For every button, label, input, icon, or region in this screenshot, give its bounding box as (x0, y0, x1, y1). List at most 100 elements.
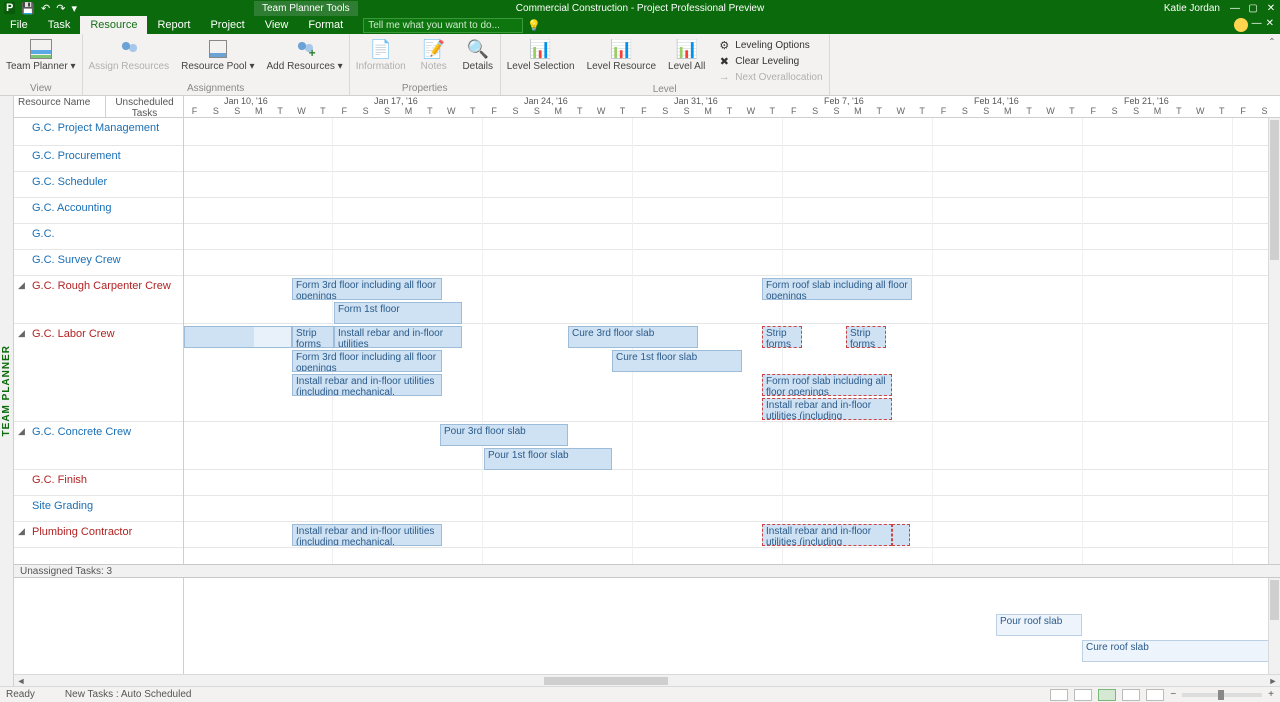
qat-more-icon[interactable]: ▾ (71, 2, 77, 15)
zoom-slider[interactable] (1182, 693, 1262, 697)
tab-project[interactable]: Project (200, 16, 254, 34)
unassigned-task-bar[interactable]: Pour roof slab (996, 614, 1082, 636)
task-bar[interactable]: Strip forms (762, 326, 802, 348)
resource-row[interactable]: G.C. Scheduler (14, 172, 183, 198)
resource-row[interactable]: G.C. Procurement (14, 146, 183, 172)
resource-row[interactable]: G.C. (14, 224, 183, 250)
scroll-right-icon[interactable]: ► (1266, 676, 1280, 686)
team-planner-side-label: TEAM PLANNER (0, 96, 14, 686)
task-bar[interactable] (892, 524, 910, 546)
resource-row[interactable]: ◢G.C. Rough Carpenter Crew (14, 276, 183, 324)
information-button[interactable]: 📄Information (356, 36, 406, 83)
vertical-scrollbar[interactable] (1268, 118, 1280, 564)
expand-icon[interactable]: ◢ (18, 328, 25, 339)
task-bar[interactable]: Install rebar and in-floor utilities (334, 326, 462, 348)
task-bar[interactable]: Install rebar and in-floor utilities (in… (762, 398, 892, 420)
maximize-icon[interactable]: ▢ (1246, 3, 1260, 14)
save-icon[interactable]: 💾 (21, 2, 35, 15)
task-bar[interactable]: Install rebar and in-floor utilities (in… (762, 524, 892, 546)
task-bar[interactable]: Install rebar and in-floor utilities (in… (292, 374, 442, 396)
assign-resources-button[interactable]: Assign Resources (89, 36, 170, 83)
task-bar[interactable]: Strip forms (846, 326, 886, 348)
task-bar[interactable]: Form roof slab including all floor openi… (762, 278, 912, 300)
view-report-button[interactable] (1146, 689, 1164, 701)
unscheduled-header[interactable]: Unscheduled Tasks (106, 96, 184, 117)
resource-row[interactable]: ◢G.C. Labor Crew (14, 324, 183, 422)
task-bar[interactable]: Cure 3rd floor slab (568, 326, 698, 348)
tab-resource[interactable]: Resource (80, 16, 147, 34)
resource-row[interactable]: ◢ Plumbing Contractor (14, 522, 183, 548)
task-bar[interactable]: Install rebar and in-floor utilities (in… (292, 524, 442, 546)
undo-icon[interactable]: ↶ (41, 2, 50, 15)
view-team-planner-button[interactable] (1098, 689, 1116, 701)
resource-row[interactable]: Site Grading (14, 496, 183, 522)
add-resources-button[interactable]: Add Resources ▾ (267, 36, 343, 83)
resource-name-header[interactable]: Resource Name (14, 96, 106, 117)
resource-row[interactable]: G.C. Accounting (14, 198, 183, 224)
clear-leveling-button[interactable]: ✖Clear Leveling (717, 54, 822, 68)
feedback-icon[interactable] (1234, 18, 1248, 32)
collapse-ribbon-icon[interactable]: ˆ (1264, 34, 1280, 52)
details-button[interactable]: 🔍Details (462, 36, 494, 83)
unassigned-chart[interactable]: Pour roof slabCure roof slab (184, 578, 1268, 674)
tab-file[interactable]: File (0, 16, 38, 34)
team-planner-button[interactable]: Team Planner ▾ (6, 36, 76, 83)
day-label: S (355, 106, 376, 116)
resource-name: Plumbing Contractor (32, 526, 132, 538)
redo-icon[interactable]: ↷ (56, 2, 65, 15)
tab-format[interactable]: Format (298, 16, 353, 34)
day-label: S (205, 106, 226, 116)
unassigned-header[interactable]: Unassigned Tasks: 3 (14, 564, 1280, 578)
ribbon-close-icon[interactable]: ✕ (1266, 18, 1274, 32)
lightbulb-icon[interactable]: 💡 (527, 19, 541, 32)
resource-pool-button[interactable]: Resource Pool ▾ (181, 36, 254, 83)
level-resource-button[interactable]: 📊Level Resource (587, 36, 656, 84)
resource-name: G.C. Survey Crew (32, 254, 121, 266)
view-task-usage-button[interactable] (1074, 689, 1092, 701)
day-label: M (698, 106, 719, 116)
notes-button[interactable]: 📝Notes (418, 36, 450, 83)
resource-row[interactable]: G.C. Project Management (14, 118, 183, 146)
horizontal-scrollbar[interactable]: ◄ ► (14, 674, 1280, 686)
view-gantt-button[interactable] (1050, 689, 1068, 701)
task-bar[interactable]: Form 3rd floor including all floor openi… (292, 278, 442, 300)
expand-icon[interactable]: ◢ (18, 526, 25, 537)
task-bar[interactable]: Form 1st floor (334, 302, 462, 324)
tell-me-input[interactable]: Tell me what you want to do... (363, 18, 523, 33)
day-label: F (1233, 106, 1254, 116)
close-icon[interactable]: ✕ (1264, 3, 1278, 14)
task-bar[interactable]: Pour 3rd floor slab (440, 424, 568, 446)
view-resource-sheet-button[interactable] (1122, 689, 1140, 701)
task-bar[interactable]: Strip forms (292, 326, 334, 348)
task-bar[interactable] (184, 326, 292, 348)
resource-row[interactable]: G.C. Survey Crew (14, 250, 183, 276)
tab-task[interactable]: Task (38, 16, 81, 34)
zoom-in-icon[interactable]: + (1268, 689, 1274, 700)
tab-report[interactable]: Report (147, 16, 200, 34)
timeline-chart[interactable]: Form 3rd floor including all floor openi… (184, 118, 1268, 564)
resource-row[interactable]: G.C. Finish (14, 470, 183, 496)
level-selection-button[interactable]: 📊Level Selection (507, 36, 575, 84)
unassigned-vscroll[interactable] (1268, 578, 1280, 674)
level-all-button[interactable]: 📊Level All (668, 36, 705, 84)
ribbon-min-icon[interactable]: — (1252, 18, 1262, 32)
timeline-header: Jan 10, '16Jan 17, '16Jan 24, '16Jan 31,… (184, 96, 1280, 117)
day-label: S (655, 106, 676, 116)
task-bar[interactable]: Form 3rd floor including all floor openi… (292, 350, 442, 372)
task-bar[interactable]: Cure 1st floor slab (612, 350, 742, 372)
expand-icon[interactable]: ◢ (18, 426, 25, 437)
tab-view[interactable]: View (255, 16, 299, 34)
zoom-out-icon[interactable]: − (1170, 689, 1176, 700)
unassigned-task-bar[interactable]: Cure roof slab (1082, 640, 1280, 662)
day-label: S (227, 106, 248, 116)
task-bar[interactable]: Pour 1st floor slab (484, 448, 612, 470)
resource-row[interactable]: ◢G.C. Concrete Crew (14, 422, 183, 470)
task-bar[interactable]: Form roof slab including all floor openi… (762, 374, 892, 396)
day-label: W (1040, 106, 1061, 116)
scroll-left-icon[interactable]: ◄ (14, 676, 28, 686)
minimize-icon[interactable]: — (1228, 3, 1242, 14)
next-overallocation-button[interactable]: →Next Overallocation (717, 70, 822, 84)
resource-name: G.C. (32, 228, 55, 240)
expand-icon[interactable]: ◢ (18, 280, 25, 291)
leveling-options-button[interactable]: ⚙Leveling Options (717, 38, 822, 52)
